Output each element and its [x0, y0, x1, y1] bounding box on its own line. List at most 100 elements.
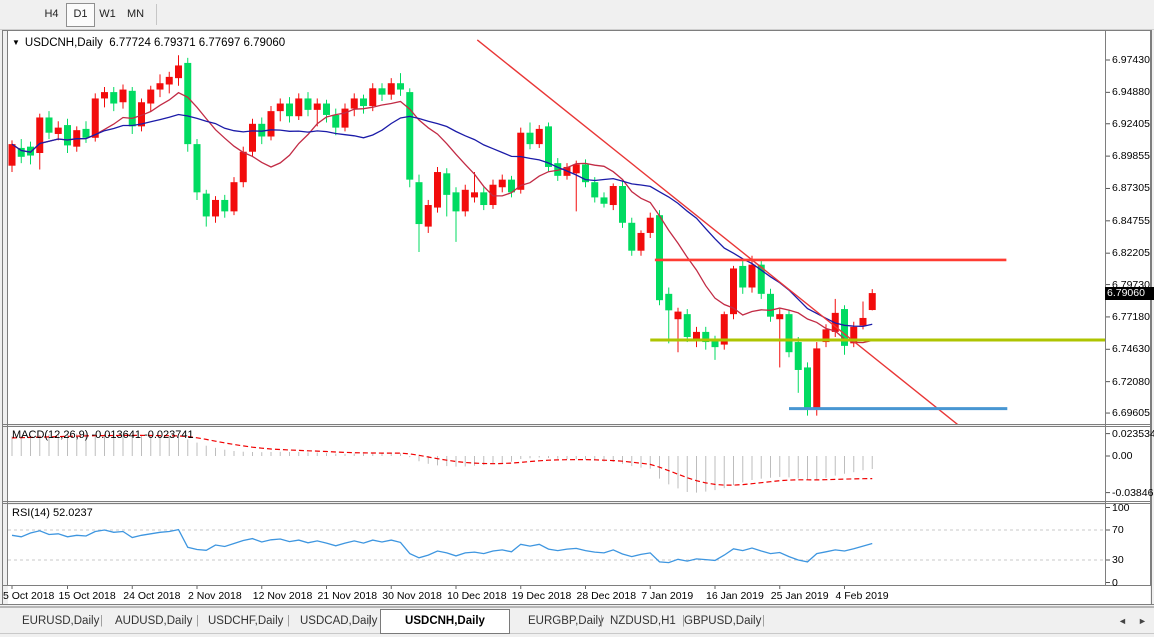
- main-panel-bg: [8, 31, 1105, 424]
- candle-body: [175, 65, 182, 78]
- candle-body: [120, 90, 127, 103]
- date-tick-label: 7 Jan 2019: [641, 590, 693, 602]
- candle-body: [425, 205, 432, 227]
- candle-body: [147, 90, 154, 104]
- date-tick-label: 2 Nov 2018: [188, 590, 242, 602]
- tabbar-divider: [0, 633, 1154, 634]
- rsi-tick-label: 70: [1112, 524, 1124, 536]
- candle-body: [591, 182, 598, 197]
- date-tick-label: 12 Nov 2018: [253, 590, 313, 602]
- chart-symbol-period: USDCNH,Daily: [25, 37, 103, 49]
- candle-body: [545, 126, 552, 167]
- candle-body: [305, 98, 312, 109]
- date-tick-label: 16 Jan 2019: [706, 590, 764, 602]
- price-tick-label: 6.94880: [1112, 86, 1150, 98]
- price-tick-label: 6.87305: [1112, 182, 1150, 194]
- candle-body: [369, 88, 376, 106]
- date-tick-label: 24 Oct 2018: [123, 590, 180, 602]
- candle-body: [638, 233, 645, 251]
- candle-body: [628, 223, 635, 251]
- tab-separator: |: [682, 615, 685, 627]
- candle-body: [184, 63, 191, 144]
- candle-body: [665, 294, 672, 310]
- chart-tab-usdcnh[interactable]: USDCNH,Daily: [380, 609, 510, 634]
- chart-title: ▼USDCNH,Daily 6.77724 6.79371 6.77697 6.…: [12, 37, 285, 49]
- macd-tick-label: 0.00: [1112, 450, 1132, 462]
- candle-body: [453, 192, 460, 211]
- candle-body: [536, 129, 543, 144]
- candle-body: [360, 98, 367, 106]
- candle-body: [314, 104, 321, 110]
- candle-body: [203, 194, 210, 217]
- candle-body: [739, 266, 746, 288]
- chart-tab-gbpusd[interactable]: GBPUSD,Daily: [684, 615, 761, 627]
- candle-body: [490, 185, 497, 205]
- candle-body: [249, 124, 256, 152]
- candle-body: [619, 186, 626, 223]
- candle-body: [110, 92, 117, 103]
- candle-body: [129, 91, 136, 127]
- chart-tab-eurusd[interactable]: EURUSD,Daily: [22, 615, 99, 627]
- date-tick-label: 15 Oct 2018: [59, 590, 116, 602]
- candle-body: [601, 197, 608, 203]
- candle-body: [388, 83, 395, 94]
- chart-tab-usdcad[interactable]: USDCAD,Daily: [300, 615, 377, 627]
- tab-separator: |: [762, 615, 765, 627]
- date-tick-label: 25 Jan 2019: [771, 590, 829, 602]
- candle-body: [416, 182, 423, 224]
- date-tick-label: 19 Dec 2018: [512, 590, 572, 602]
- candle-body: [693, 332, 700, 340]
- candle-body: [101, 92, 108, 98]
- symbol-dropdown-icon[interactable]: ▼: [12, 38, 20, 47]
- chart-tab-eurgbp[interactable]: EURGBP,Daily: [528, 615, 604, 627]
- mt4-terminal: { "toolbar": { "timeframe_buttons": [ {"…: [0, 0, 1154, 637]
- chart-tab-nzdusd[interactable]: NZDUSD,H1: [610, 615, 676, 627]
- candle-body: [675, 312, 682, 320]
- tab-separator: |: [600, 615, 603, 627]
- date-tick-label: 10 Dec 2018: [447, 590, 507, 602]
- candle-body: [36, 117, 43, 153]
- candle-body: [749, 265, 756, 288]
- chart-tab-usdchf[interactable]: USDCHF,Daily: [208, 615, 283, 627]
- candle-body: [323, 104, 330, 115]
- candle-body: [212, 200, 219, 216]
- candle-body: [258, 124, 265, 137]
- price-tick-label: 6.84755: [1112, 215, 1150, 227]
- candle-body: [767, 294, 774, 317]
- candle-body: [610, 186, 617, 205]
- price-tick-label: 6.89855: [1112, 150, 1150, 162]
- candle-body: [443, 173, 450, 195]
- price-tick-label: 6.82205: [1112, 247, 1150, 259]
- chart-canvas[interactable]: [0, 0, 1154, 637]
- candle-body: [64, 125, 71, 145]
- candle-body: [92, 98, 99, 137]
- candle-body: [804, 367, 811, 408]
- candle-body: [462, 190, 469, 212]
- candle-body: [860, 318, 867, 326]
- candle-body: [166, 77, 173, 85]
- candle-body: [712, 341, 719, 347]
- tabs-scroll-left-icon[interactable]: ◄: [1118, 616, 1127, 626]
- macd-tick-label: -0.038466: [1112, 487, 1154, 499]
- price-tick-label: 6.74630: [1112, 343, 1150, 355]
- chart-tab-audusd[interactable]: AUDUSD,Daily: [115, 615, 192, 627]
- candle-body: [397, 83, 404, 89]
- tabs-scroll-right-icon[interactable]: ►: [1138, 616, 1147, 626]
- rsi-indicator-label: RSI(14) 52.0237: [12, 507, 93, 519]
- date-tick-label: 5 Oct 2018: [3, 590, 54, 602]
- chart-tabs-bar: ◄ ► EURUSD,Daily AUDUSD,Daily USDCHF,Daily…: [0, 608, 1154, 637]
- candle-body: [55, 128, 62, 134]
- candle-body: [656, 215, 663, 300]
- candle-body: [499, 180, 506, 188]
- tab-separator: |: [100, 615, 103, 627]
- candle-body: [527, 133, 534, 144]
- candle-body: [684, 314, 691, 337]
- candle-body: [351, 98, 358, 108]
- candle-body: [517, 133, 524, 190]
- candle-body: [647, 218, 654, 233]
- candle-body: [813, 348, 820, 408]
- candle-body: [795, 342, 802, 370]
- date-tick-label: 30 Nov 2018: [382, 590, 442, 602]
- rsi-tick-label: 0: [1112, 577, 1118, 589]
- candle-body: [221, 200, 228, 211]
